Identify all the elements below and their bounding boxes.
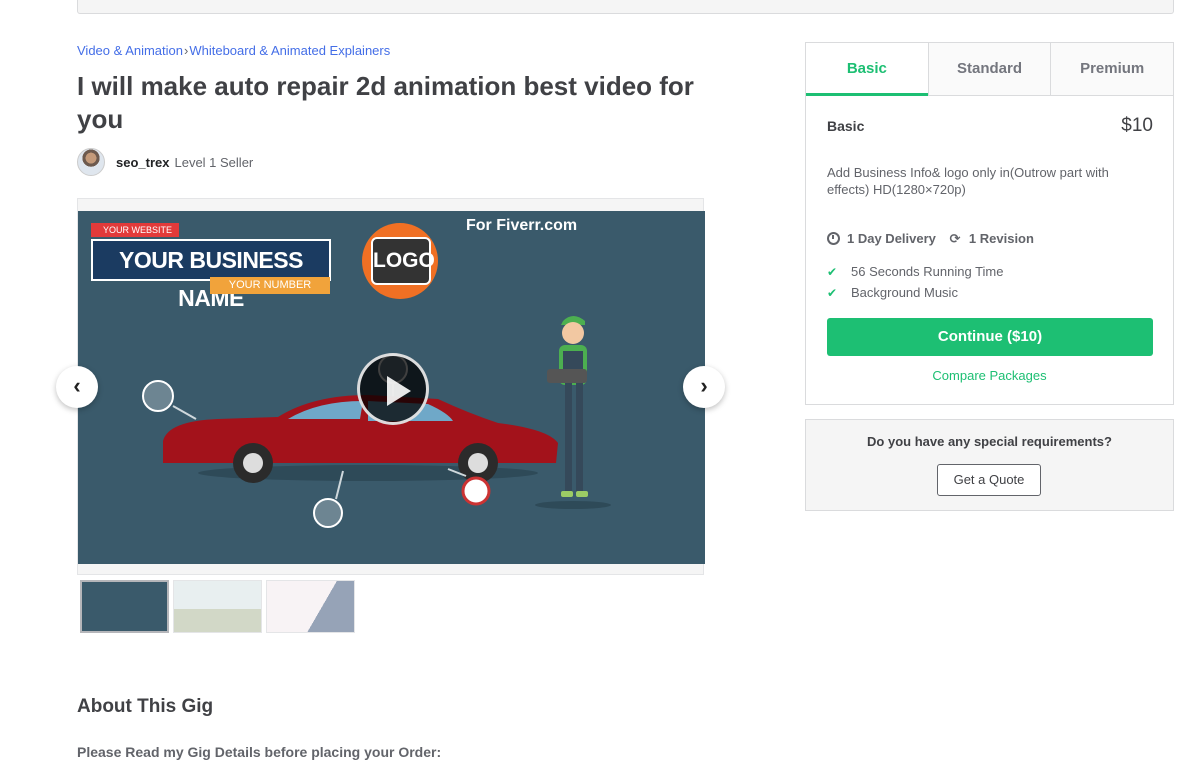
about-intro: Please Read my Gig Details before placin… [77, 744, 442, 760]
package-meta: 1 Day Delivery ⟳ 1 Revision [827, 231, 1034, 246]
package-name: Basic [827, 118, 865, 134]
breadcrumb-separator: › [184, 43, 189, 58]
revision-count: 1 Revision [968, 231, 1034, 246]
clock-icon [827, 232, 840, 245]
seller-overview: seo_trex Level 1 Seller [77, 148, 253, 176]
feature-label: 56 Seconds Running Time [851, 264, 1004, 279]
video-number-label: YOUR NUMBER [210, 277, 330, 294]
about-heading: About This Gig [77, 696, 214, 717]
package-card: Basic Standard Premium Basic $10 Add Bus… [805, 42, 1174, 405]
video-business-name: YOUR BUSINESS NAME [91, 239, 331, 311]
seller-avatar[interactable] [77, 148, 105, 176]
video-website-label: YOUR WEBSITE [91, 223, 179, 237]
gig-title: I will make auto repair 2d animation bes… [77, 71, 694, 134]
gallery-thumbnail[interactable] [80, 580, 169, 633]
package-header: Basic $10 [827, 115, 1153, 137]
breadcrumb: Video & Animation›Whiteboard & Animated … [77, 43, 390, 58]
check-icon: ✔ [827, 264, 838, 279]
gallery-thumbnails [80, 580, 355, 633]
package-tabs: Basic Standard Premium [806, 43, 1174, 96]
package-features: ✔ 56 Seconds Running Time ✔ Background Mus… [827, 261, 1003, 303]
compare-packages-link[interactable]: Compare Packages [806, 368, 1173, 383]
continue-button[interactable]: Continue ($10) [827, 318, 1153, 356]
delivery-time: 1 Day Delivery [847, 231, 936, 246]
gig-gallery: YOUR WEBSITE YOUR BUSINESS NAME YOUR NUM… [77, 198, 705, 575]
list-item: ✔ Background Music [827, 282, 1003, 303]
gallery-next-button[interactable]: › [683, 366, 725, 408]
list-item: ✔ 56 Seconds Running Time [827, 261, 1003, 282]
video-watermark: For Fiverr.com [466, 217, 578, 234]
quote-box: Do you have any special requirements? Ge… [805, 419, 1174, 511]
mechanic-illustration [535, 316, 611, 509]
gallery-thumbnail[interactable] [266, 580, 355, 633]
video-logo-text: LOGO [371, 237, 435, 285]
gallery-prev-button[interactable]: ‹ [56, 366, 98, 408]
tab-premium[interactable]: Premium [1050, 43, 1174, 96]
refresh-icon: ⟳ [949, 230, 961, 246]
tab-standard[interactable]: Standard [927, 43, 1051, 96]
breadcrumb-subcategory-link[interactable]: Whiteboard & Animated Explainers [189, 43, 390, 58]
top-banner [77, 0, 1174, 14]
gig-video[interactable]: YOUR WEBSITE YOUR BUSINESS NAME YOUR NUM… [78, 211, 705, 564]
seller-level: Level 1 Seller [174, 154, 254, 170]
package-description: Add Business Info& logo only in(Outrow p… [827, 165, 1109, 197]
breadcrumb-category-link[interactable]: Video & Animation [77, 43, 183, 58]
play-icon[interactable] [357, 353, 429, 425]
get-quote-button[interactable]: Get a Quote [937, 464, 1041, 496]
package-price: $10 [1121, 115, 1153, 136]
tab-basic[interactable]: Basic [806, 43, 928, 96]
gallery-thumbnail[interactable] [173, 580, 262, 633]
quote-question: Do you have any special requirements? [867, 434, 1112, 449]
seller-username[interactable]: seo_trex [116, 155, 169, 170]
check-icon: ✔ [827, 285, 838, 300]
feature-label: Background Music [851, 285, 958, 300]
